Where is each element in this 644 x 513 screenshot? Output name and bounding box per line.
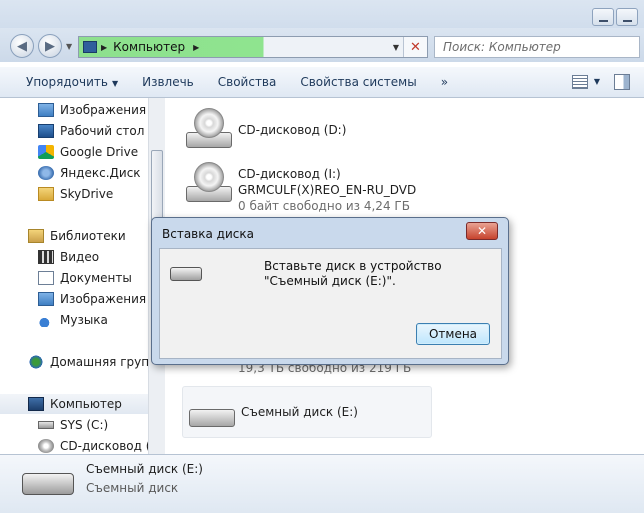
- eject-button[interactable]: Извлечь: [130, 75, 206, 89]
- address-bar[interactable]: ▶ Компьютер ▶ ▼ ✕: [78, 36, 428, 58]
- search-input[interactable]: [443, 40, 613, 54]
- details-item-name: Съемный диск (E:): [86, 462, 203, 476]
- details-item-type: Съемный диск: [86, 481, 179, 495]
- window-controls: [592, 8, 638, 26]
- nav-item-cd-d[interactable]: CD-дисковод (D:: [0, 436, 148, 454]
- change-view-icon[interactable]: [572, 75, 588, 89]
- yandex-disk-icon: [38, 166, 54, 180]
- insert-disk-dialog: Вставка диска ✕ Вставьте диск в устройст…: [151, 217, 509, 365]
- drive-tile-cd-d[interactable]: CD-дисковод (D:): [184, 108, 434, 148]
- google-drive-icon: [38, 145, 54, 159]
- properties-button[interactable]: Свойства: [206, 75, 289, 89]
- forward-arrow-icon: ▶: [45, 38, 55, 54]
- nav-item-pictures[interactable]: Изображения: [0, 100, 148, 120]
- chevron-down-icon: ▼: [111, 79, 119, 88]
- nav-item-libraries[interactable]: Библиотеки: [0, 226, 148, 246]
- drive-name: Съемный диск (E:): [241, 405, 358, 419]
- dialog-message: Вставьте диск в устройство "Съемный диск…: [264, 259, 442, 288]
- computer-icon: [83, 41, 97, 53]
- view-dropdown-icon[interactable]: ▼: [594, 77, 600, 86]
- nav-item-yandex-disk[interactable]: Яндекс.Диск: [0, 163, 148, 183]
- nav-item-label: Компьютер: [50, 397, 122, 411]
- nav-item-label: Изображения: [60, 292, 147, 306]
- hard-drive-icon: [38, 421, 54, 429]
- documents-icon: [38, 271, 54, 285]
- dialog-body: Вставьте диск в устройство "Съемный диск…: [159, 248, 502, 359]
- nav-item-label: Домашняя группа: [50, 355, 148, 369]
- drive-name: CD-дисковод (I:): [238, 167, 341, 181]
- folder-icon: [38, 187, 54, 201]
- minimize-button[interactable]: [592, 8, 614, 26]
- drive-name: CD-дисковод (D:): [238, 123, 347, 137]
- nav-item-label: Музыка: [60, 313, 108, 327]
- nav-item-desktop[interactable]: Рабочий стол: [0, 121, 148, 141]
- command-bar: Упорядочить ▼ Извлечь Свойства Свойства с…: [0, 66, 644, 98]
- music-icon: [38, 313, 54, 327]
- nav-item-label: Изображения: [60, 103, 147, 117]
- removable-drive-icon: [170, 267, 202, 281]
- forward-button[interactable]: ▶: [38, 34, 62, 58]
- cd-drive-icon: [38, 439, 54, 453]
- nav-item-label: Библиотеки: [50, 229, 126, 243]
- nav-item-label: SYS (C:): [60, 418, 109, 432]
- pictures-icon: [38, 103, 54, 117]
- drive-tile-removable-e[interactable]: Съемный диск (E:): [182, 386, 432, 438]
- organize-label: Упорядочить: [26, 75, 108, 89]
- desktop-icon: [38, 124, 54, 138]
- removable-drive-icon: [187, 397, 237, 427]
- address-row: ◀ ▶ ▼ ▶ Компьютер ▶ ▼ ✕: [0, 28, 644, 62]
- nav-item-label: Яндекс.Диск: [60, 166, 141, 180]
- back-arrow-icon: ◀: [17, 38, 27, 54]
- details-pane: Съемный диск (E:) Съемный диск: [0, 454, 644, 513]
- removable-drive-icon: [22, 473, 74, 495]
- video-icon: [38, 250, 54, 264]
- nav-item-video[interactable]: Видео: [0, 247, 148, 267]
- nav-item-documents[interactable]: Документы: [0, 268, 148, 288]
- system-properties-button[interactable]: Свойства системы: [288, 75, 428, 89]
- drive-volume-label: GRMCULF(X)REO_EN-RU_DVD: [238, 183, 417, 197]
- nav-item-sys-c[interactable]: SYS (C:): [0, 415, 148, 435]
- nav-item-google-drive[interactable]: Google Drive: [0, 142, 148, 162]
- preview-pane-icon[interactable]: [614, 74, 630, 90]
- cd-drive-icon: [184, 162, 234, 202]
- back-button[interactable]: ◀: [10, 34, 34, 58]
- more-commands-button[interactable]: »: [429, 75, 460, 89]
- dialog-close-button[interactable]: ✕: [466, 222, 498, 240]
- nav-item-label: SkyDrive: [60, 187, 114, 201]
- drive-free-space: 0 байт свободно из 4,24 ГБ: [238, 199, 410, 213]
- homegroup-icon: [28, 355, 44, 369]
- nav-item-label: Документы: [60, 271, 132, 285]
- computer-icon: [28, 397, 44, 411]
- address-dropdown-icon[interactable]: ▼: [393, 43, 399, 52]
- organize-button[interactable]: Упорядочить ▼: [0, 75, 130, 89]
- nav-item-label: Рабочий стол: [60, 124, 145, 138]
- nav-item-homegroup[interactable]: Домашняя группа: [0, 352, 148, 372]
- search-box[interactable]: [434, 36, 640, 58]
- libraries-icon: [28, 229, 44, 243]
- chevron-right-icon[interactable]: ▶: [193, 43, 199, 52]
- maximize-button[interactable]: [616, 8, 638, 26]
- cancel-button[interactable]: Отмена: [416, 323, 490, 345]
- nav-item-label: Google Drive: [60, 145, 139, 159]
- stop-button[interactable]: ✕: [403, 37, 427, 57]
- nav-item-skydrive[interactable]: SkyDrive: [0, 184, 148, 204]
- nav-item-music[interactable]: Музыка: [0, 310, 148, 330]
- address-location[interactable]: Компьютер: [113, 40, 185, 54]
- drive-tile-cd-i[interactable]: CD-дисковод (I:) GRMCULF(X)REO_EN-RU_DVD…: [184, 162, 434, 214]
- cd-drive-icon: [184, 108, 234, 148]
- nav-item-pictures-library[interactable]: Изображения: [0, 289, 148, 309]
- nav-item-computer[interactable]: Компьютер: [0, 394, 148, 414]
- navigation-pane: Изображения Рабочий стол Google Drive Ян…: [0, 98, 148, 454]
- pictures-icon: [38, 292, 54, 306]
- nav-item-label: Видео: [60, 250, 100, 264]
- chevron-right-icon[interactable]: ▶: [101, 43, 107, 52]
- history-dropdown-icon[interactable]: ▼: [66, 42, 72, 51]
- nav-item-label: CD-дисковод (D:: [60, 439, 148, 453]
- dialog-title: Вставка диска: [162, 227, 254, 241]
